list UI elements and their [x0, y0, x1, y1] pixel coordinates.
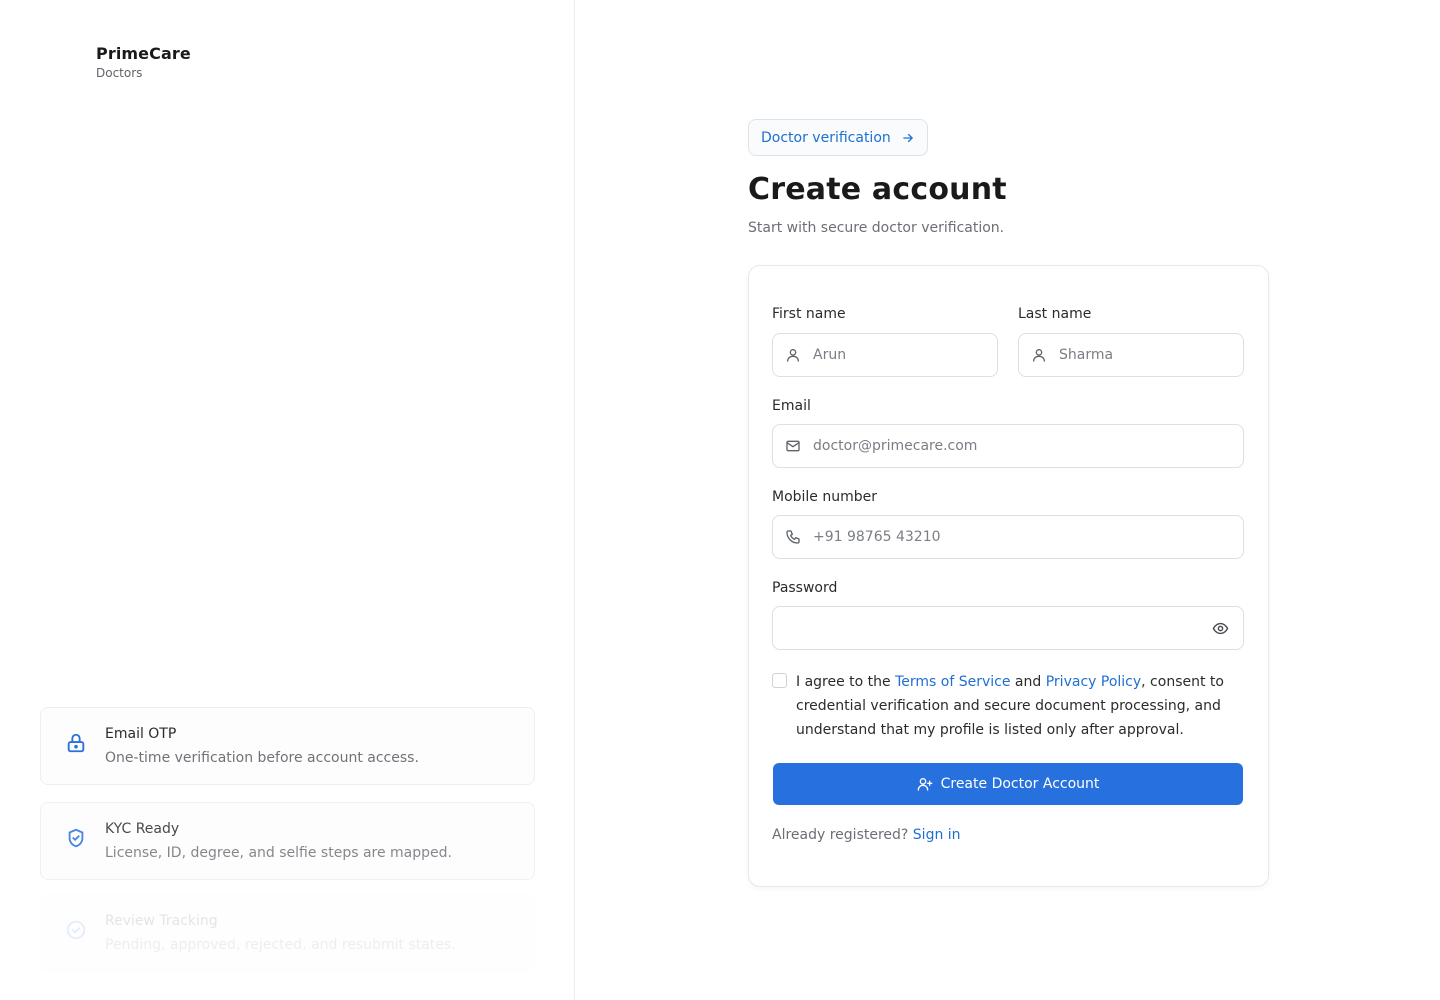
- create-account-label: Create Doctor Account: [940, 776, 1100, 792]
- password-field[interactable]: [772, 606, 1244, 650]
- doctor-verification-chip[interactable]: Doctor verification: [748, 119, 928, 156]
- brand-name: PrimeCare: [96, 44, 191, 63]
- feature-description: Pending, approved, rejected, and resubmi…: [105, 937, 456, 953]
- user-plus-icon: [917, 778, 932, 791]
- feature-card-review-tracking: Review Tracking Pending, approved, rejec…: [40, 894, 535, 972]
- feature-title: Review Tracking: [105, 913, 218, 929]
- chip-label: Doctor verification: [761, 129, 891, 146]
- email-label: Email: [772, 398, 811, 414]
- create-account-button[interactable]: Create Doctor Account: [773, 763, 1243, 805]
- first-name-field[interactable]: [772, 333, 998, 377]
- consent-prefix: I agree to the: [796, 674, 896, 690]
- brand-subtitle: Doctors: [96, 66, 143, 80]
- terms-link[interactable]: Terms of Service: [895, 674, 1010, 690]
- signin-link[interactable]: Sign in: [913, 827, 961, 843]
- lock-icon: [67, 733, 85, 753]
- consent-checkbox[interactable]: [772, 673, 787, 688]
- last-name-field[interactable]: [1018, 333, 1244, 377]
- brand-panel: PrimeCare Doctors Email OTP One-time ver…: [0, 0, 575, 1000]
- consent-middle: and: [1010, 674, 1046, 690]
- feature-card-email-otp: Email OTP One-time verification before a…: [40, 707, 535, 785]
- page-title: Create account: [748, 172, 1007, 207]
- first-name-input[interactable]: [813, 347, 997, 363]
- user-icon: [1033, 349, 1045, 362]
- feature-title: KYC Ready: [105, 821, 180, 837]
- page-subtitle: Start with secure doctor verification.: [748, 220, 1005, 236]
- password-input[interactable]: [785, 620, 1199, 636]
- email-input[interactable]: [813, 438, 1243, 454]
- mobile-input[interactable]: [813, 529, 1243, 545]
- shield-check-icon: [68, 828, 84, 848]
- feature-description: One-time verification before account acc…: [105, 750, 419, 766]
- consent-text: I agree to the Terms of Service and Priv…: [796, 670, 1226, 742]
- feature-description: License, ID, degree, and selfie steps ar…: [105, 845, 452, 861]
- check-circle-icon: [66, 920, 86, 940]
- mobile-label: Mobile number: [772, 489, 878, 505]
- phone-icon: [786, 530, 800, 544]
- first-name-label: First name: [772, 306, 846, 322]
- last-name-input[interactable]: [1059, 347, 1243, 363]
- feature-title: Email OTP: [105, 726, 177, 742]
- mobile-field[interactable]: [772, 515, 1244, 559]
- privacy-link[interactable]: Privacy Policy: [1046, 674, 1141, 690]
- email-field[interactable]: [772, 424, 1244, 468]
- signin-prompt: Already registered? Sign in: [772, 827, 961, 843]
- arrow-right-icon: [903, 133, 913, 142]
- brand: PrimeCare Doctors: [96, 44, 191, 80]
- mail-icon: [786, 440, 800, 452]
- password-label: Password: [772, 580, 838, 596]
- feature-card-kyc-ready: KYC Ready License, ID, degree, and selfi…: [40, 802, 535, 880]
- eye-icon[interactable]: [1212, 620, 1229, 637]
- signin-prompt-text: Already registered?: [772, 827, 909, 843]
- last-name-label: Last name: [1018, 306, 1092, 322]
- user-icon: [787, 349, 799, 362]
